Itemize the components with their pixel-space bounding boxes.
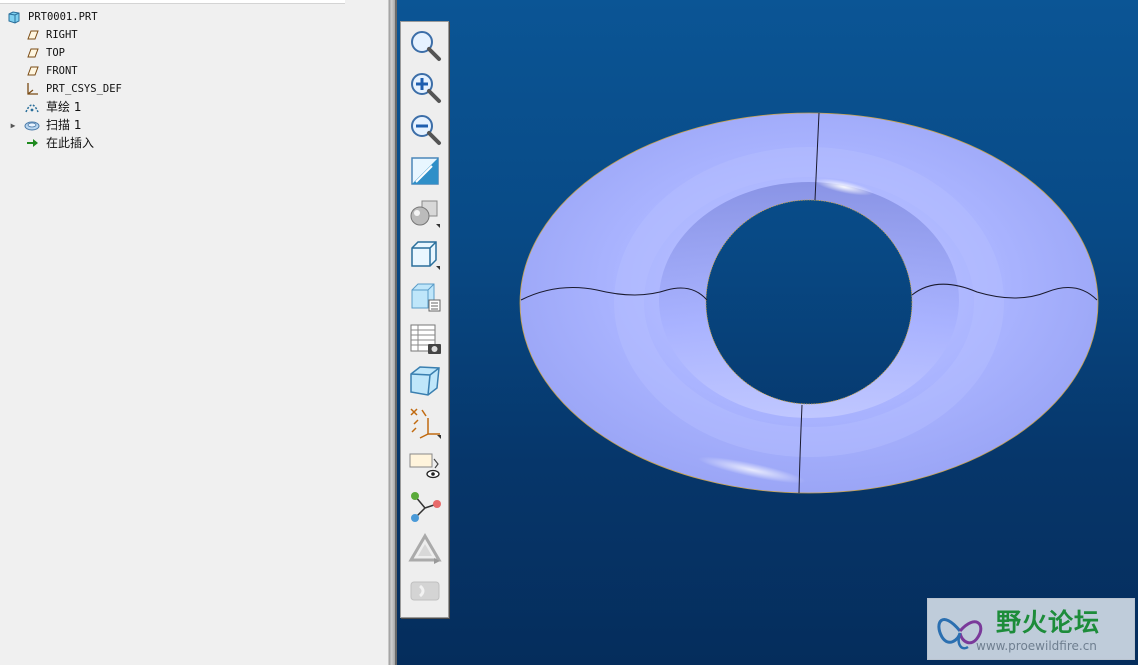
datum-plane-icon [24,27,40,43]
perspective-cube-icon [410,366,440,396]
tree-item-label: 在此插入 [46,136,95,150]
expand-arrow-icon[interactable]: ▶ [8,116,18,134]
graphics-window[interactable] [397,0,1138,665]
tree-header-strip [0,0,345,4]
perspective-view-button[interactable] [406,362,444,400]
sweep-icon [24,117,40,133]
zoom-out-button[interactable] [406,110,444,148]
zoom-in-icon [411,73,441,103]
tree-item-part[interactable]: PRT0001.PRT [0,8,380,26]
datum-plane-icon [24,45,40,61]
view-toolbar [400,21,449,618]
disabled-button [406,572,444,610]
datum-plane-icon [24,63,40,79]
tree-item-sweep[interactable]: ▶ 扫描 1 [0,116,380,134]
refit-magnifier-icon [411,31,441,61]
appearance-button[interactable] [406,530,444,568]
zoom-out-icon [411,115,441,145]
tree-item-label: FRONT [46,65,78,77]
tree-item-label: PRT0001.PRT [28,11,98,23]
display-style-button[interactable] [406,194,444,232]
saved-orientation-cube-icon [411,241,440,270]
watermark-url: www.proewildfire.cn [976,639,1097,653]
annotation-display-button[interactable] [406,446,444,484]
tree-item-insert-here[interactable]: 在此插入 [0,134,380,152]
tree-item-top[interactable]: TOP [0,44,380,62]
appearance-triangle-icon [408,533,442,564]
repaint-button[interactable] [406,152,444,190]
torus-model[interactable] [397,0,1138,665]
tree-item-csys[interactable]: PRT_CSYS_DEF [0,80,380,98]
view-manager-button[interactable] [406,278,444,316]
tree-item-sketch[interactable]: 草绘 1 [0,98,380,116]
tree-item-label: 草绘 1 [46,100,82,114]
watermark-title: 野火论坛 [996,608,1101,637]
model-tree-panel: PRT0001.PRT RIGHT TOP FRONT PRT_CSYS_DEF [0,0,389,665]
refit-button[interactable] [406,26,444,64]
layer-table-camera-icon [410,324,441,354]
zoom-in-button[interactable] [406,68,444,106]
saved-orientations-button[interactable] [406,236,444,274]
tree-item-label: PRT_CSYS_DEF [46,83,122,95]
tree-item-label: TOP [46,47,65,59]
tree-item-right[interactable]: RIGHT [0,26,380,44]
tree-item-label: 扫描 1 [46,118,82,132]
forum-watermark: 野火论坛 www.proewildfire.cn [927,598,1135,660]
datum-display-button[interactable] [406,404,444,442]
sketch-icon [24,99,40,115]
disabled-tool-icon [410,581,440,601]
part-icon [6,9,22,25]
repaint-icon [411,157,439,185]
shading-style-icon [410,200,440,228]
annotation-eye-icon [409,453,440,479]
datum-display-filter-icon [410,408,441,439]
spin-center-icon [411,492,441,522]
torus-inner-shading [659,182,959,418]
tree-item-front[interactable]: FRONT [0,62,380,80]
tree-item-label: RIGHT [46,29,78,41]
csys-icon [24,81,40,97]
view-manager-icon [411,283,441,312]
spin-center-button[interactable] [406,488,444,526]
insert-here-arrow-icon [24,135,40,151]
layers-button[interactable] [406,320,444,358]
